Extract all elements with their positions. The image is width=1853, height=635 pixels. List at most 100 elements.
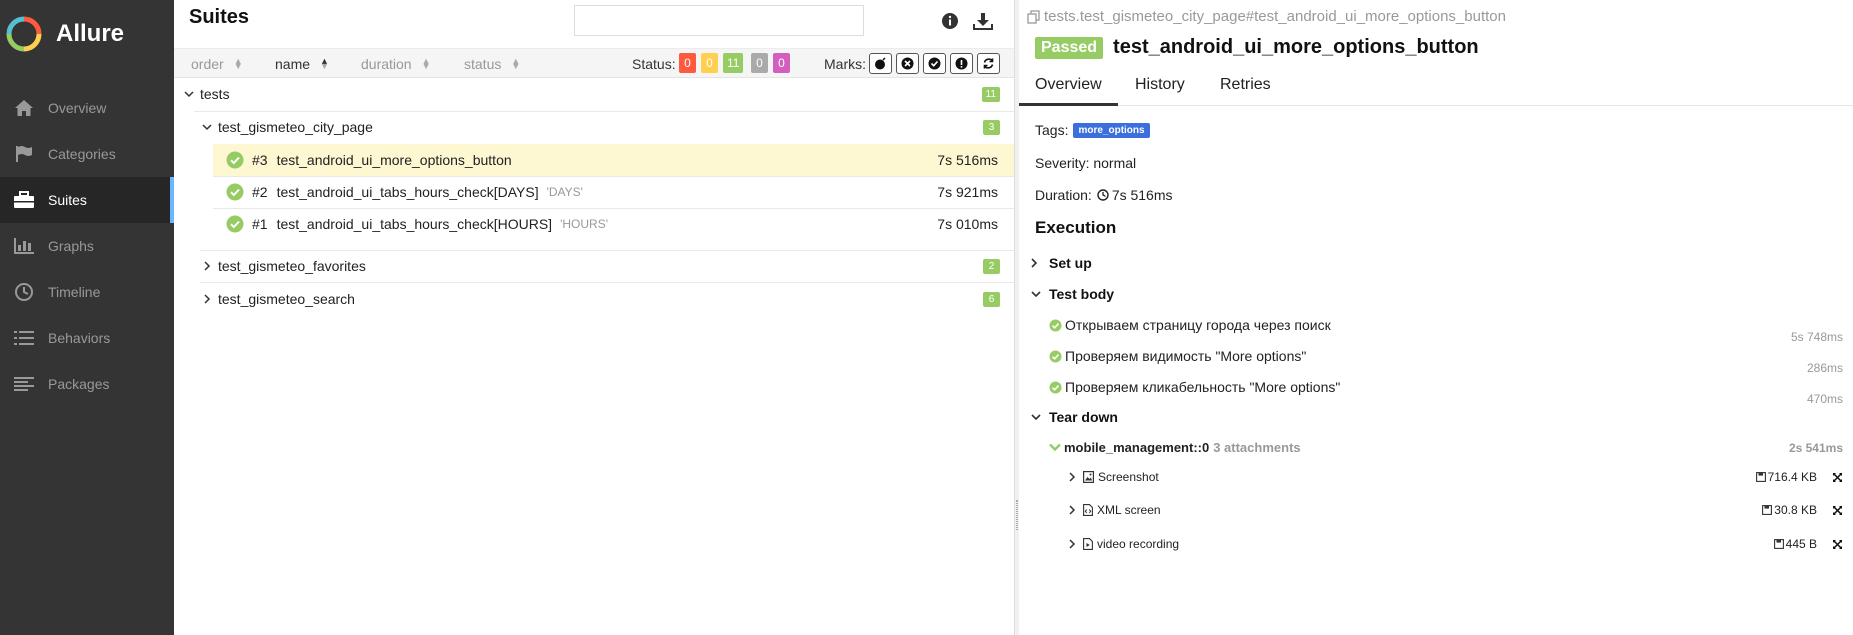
refresh-icon bbox=[983, 58, 994, 69]
times-circle-icon bbox=[901, 57, 914, 70]
mark-retries-toggle[interactable] bbox=[977, 53, 1000, 74]
status-unknown-toggle[interactable]: 0 bbox=[773, 53, 790, 73]
sidebar-item-label: Categories bbox=[48, 146, 116, 162]
tab-history[interactable]: History bbox=[1119, 72, 1201, 106]
test-detail-pane: tests.test_gismeteo_city_page#test_andro… bbox=[1019, 0, 1853, 635]
tree-group-city-page[interactable]: test_gismeteo_city_page 3 bbox=[200, 111, 1014, 143]
chevron-right-icon bbox=[1069, 505, 1079, 515]
status-broken-toggle[interactable]: 0 bbox=[701, 53, 718, 73]
test-case-row[interactable]: #2 test_android_ui_tabs_hours_check[DAYS… bbox=[213, 176, 1014, 208]
status-passed-toggle[interactable]: 11 bbox=[723, 53, 744, 73]
group-name: test_gismeteo_search bbox=[218, 291, 355, 307]
brand[interactable]: Allure bbox=[6, 15, 124, 53]
download-button[interactable] bbox=[972, 10, 994, 32]
align-left-icon bbox=[12, 374, 36, 394]
sidebar-nav: Overview Categories Suites Graphs Timeli… bbox=[0, 85, 174, 407]
video-file-icon bbox=[1083, 538, 1093, 550]
attachment-row[interactable]: XML screen 30.8 KB bbox=[1069, 499, 1853, 521]
step-name: Проверяем кликабельность "More options" bbox=[1065, 379, 1341, 395]
chevron-right-icon bbox=[200, 261, 214, 271]
tab-overview[interactable]: Overview bbox=[1019, 72, 1118, 106]
list-icon bbox=[12, 328, 36, 348]
expand-icon[interactable] bbox=[1830, 537, 1844, 551]
splitter-grip[interactable] bbox=[1016, 500, 1018, 530]
breadcrumb-text: tests.test_gismeteo_city_page#test_andro… bbox=[1044, 8, 1506, 25]
tags-line: Tags: more_options bbox=[1035, 122, 1150, 138]
floppy-icon bbox=[1762, 505, 1773, 515]
test-duration: 7s 516ms bbox=[937, 152, 998, 168]
attachments-count: 3 attachments bbox=[1213, 440, 1301, 455]
test-case-row[interactable]: #3 test_android_ui_more_options_button 7… bbox=[213, 144, 1014, 176]
chevron-down-icon bbox=[182, 90, 196, 98]
sort-label: status bbox=[464, 56, 502, 72]
tree-group-search[interactable]: test_gismeteo_search 6 bbox=[200, 283, 1014, 315]
sort-by-duration[interactable]: duration ▲ ▼ bbox=[361, 56, 431, 72]
duration-line: Duration: 7s 516ms bbox=[1035, 187, 1173, 203]
breadcrumb[interactable]: tests.test_gismeteo_city_page#test_andro… bbox=[1027, 8, 1506, 25]
chevron-down-icon bbox=[1031, 413, 1043, 421]
chevron-down-icon bbox=[200, 123, 214, 131]
sort-caret-icon: ▲ ▼ bbox=[511, 56, 521, 71]
sort-label: duration bbox=[361, 56, 412, 72]
step-row[interactable]: Проверяем видимость "More options" 286ms bbox=[1049, 344, 1853, 375]
stage-label: Set up bbox=[1049, 255, 1092, 271]
passed-check-icon bbox=[226, 215, 244, 233]
tab-retries[interactable]: Retries bbox=[1204, 72, 1287, 106]
status-skipped-toggle[interactable]: 0 bbox=[751, 53, 768, 73]
sidebar-item-packages[interactable]: Packages bbox=[0, 361, 174, 407]
sidebar-item-label: Timeline bbox=[48, 284, 101, 300]
group-name: tests bbox=[200, 86, 230, 102]
sort-by-status[interactable]: status ▲ ▼ bbox=[464, 56, 520, 72]
attachment-size-value: 445 B bbox=[1785, 537, 1817, 551]
expand-icon[interactable] bbox=[1830, 470, 1844, 484]
sort-caret-icon: ▲ ▼ bbox=[320, 56, 329, 71]
passed-check-icon bbox=[1049, 381, 1062, 393]
stage-label: Test body bbox=[1049, 286, 1115, 302]
code-file-icon bbox=[1083, 504, 1093, 516]
info-button[interactable] bbox=[939, 10, 961, 32]
test-body-stage[interactable]: Test body bbox=[1031, 286, 1114, 302]
check-circle-icon bbox=[928, 57, 941, 70]
status-badge: Passed bbox=[1035, 36, 1104, 59]
tag-badge[interactable]: more_options bbox=[1073, 122, 1150, 138]
mark-new-failed-toggle[interactable] bbox=[896, 53, 919, 74]
attachment-row[interactable]: video recording 445 B bbox=[1069, 533, 1853, 555]
mark-flaky-toggle[interactable] bbox=[869, 53, 892, 74]
sidebar-item-graphs[interactable]: Graphs bbox=[0, 223, 174, 269]
test-case-row[interactable]: #1 test_android_ui_tabs_hours_check[HOUR… bbox=[213, 208, 1014, 240]
mark-new-passed-toggle[interactable] bbox=[923, 53, 946, 74]
expand-icon[interactable] bbox=[1830, 503, 1844, 517]
test-number: #3 bbox=[252, 152, 268, 168]
sidebar-item-timeline[interactable]: Timeline bbox=[0, 269, 174, 315]
passed-check-icon bbox=[226, 151, 244, 169]
sidebar-item-suites[interactable]: Suites bbox=[0, 177, 174, 223]
clock-icon bbox=[1097, 189, 1109, 201]
step-row[interactable]: Открываем страницу города через поиск 5s… bbox=[1049, 313, 1853, 344]
sidebar-item-label: Suites bbox=[48, 192, 87, 208]
attachment-row[interactable]: Screenshot 716.4 KB bbox=[1069, 466, 1853, 488]
setup-stage[interactable]: Set up bbox=[1031, 255, 1092, 271]
tree-group-tests[interactable]: tests 11 bbox=[182, 78, 1014, 110]
teardown-fixture-row[interactable]: mobile_management::0 3 attachments 2s 54… bbox=[1049, 440, 1853, 455]
step-row[interactable]: Проверяем кликабельность "More options" … bbox=[1049, 375, 1853, 406]
duration-value: 7s 516ms bbox=[1111, 187, 1173, 203]
allure-logo-icon bbox=[6, 16, 42, 52]
attachment-size-value: 30.8 KB bbox=[1774, 503, 1817, 517]
chevron-right-icon bbox=[1069, 539, 1079, 549]
teardown-stage[interactable]: Tear down bbox=[1031, 409, 1118, 425]
attachment-size: 716.4 KB bbox=[1755, 470, 1817, 484]
test-name: test_android_ui_tabs_hours_check[HOURS] bbox=[276, 216, 553, 232]
sidebar-item-overview[interactable]: Overview bbox=[0, 85, 174, 131]
sidebar-item-categories[interactable]: Categories bbox=[0, 131, 174, 177]
status-failed-toggle[interactable]: 0 bbox=[679, 53, 696, 73]
tree-group-favorites[interactable]: test_gismeteo_favorites 2 bbox=[200, 250, 1014, 282]
info-icon bbox=[942, 13, 958, 29]
sidebar-item-behaviors[interactable]: Behaviors bbox=[0, 315, 174, 361]
tags-label: Tags: bbox=[1035, 122, 1069, 138]
mark-new-broken-toggle[interactable] bbox=[950, 53, 973, 74]
sort-by-name[interactable]: name ▲ ▼ bbox=[275, 56, 329, 72]
sidebar-item-label: Graphs bbox=[48, 238, 94, 254]
sort-by-order[interactable]: order ▲ ▼ bbox=[191, 56, 243, 72]
briefcase-icon bbox=[12, 190, 36, 210]
search-input[interactable] bbox=[574, 5, 864, 36]
